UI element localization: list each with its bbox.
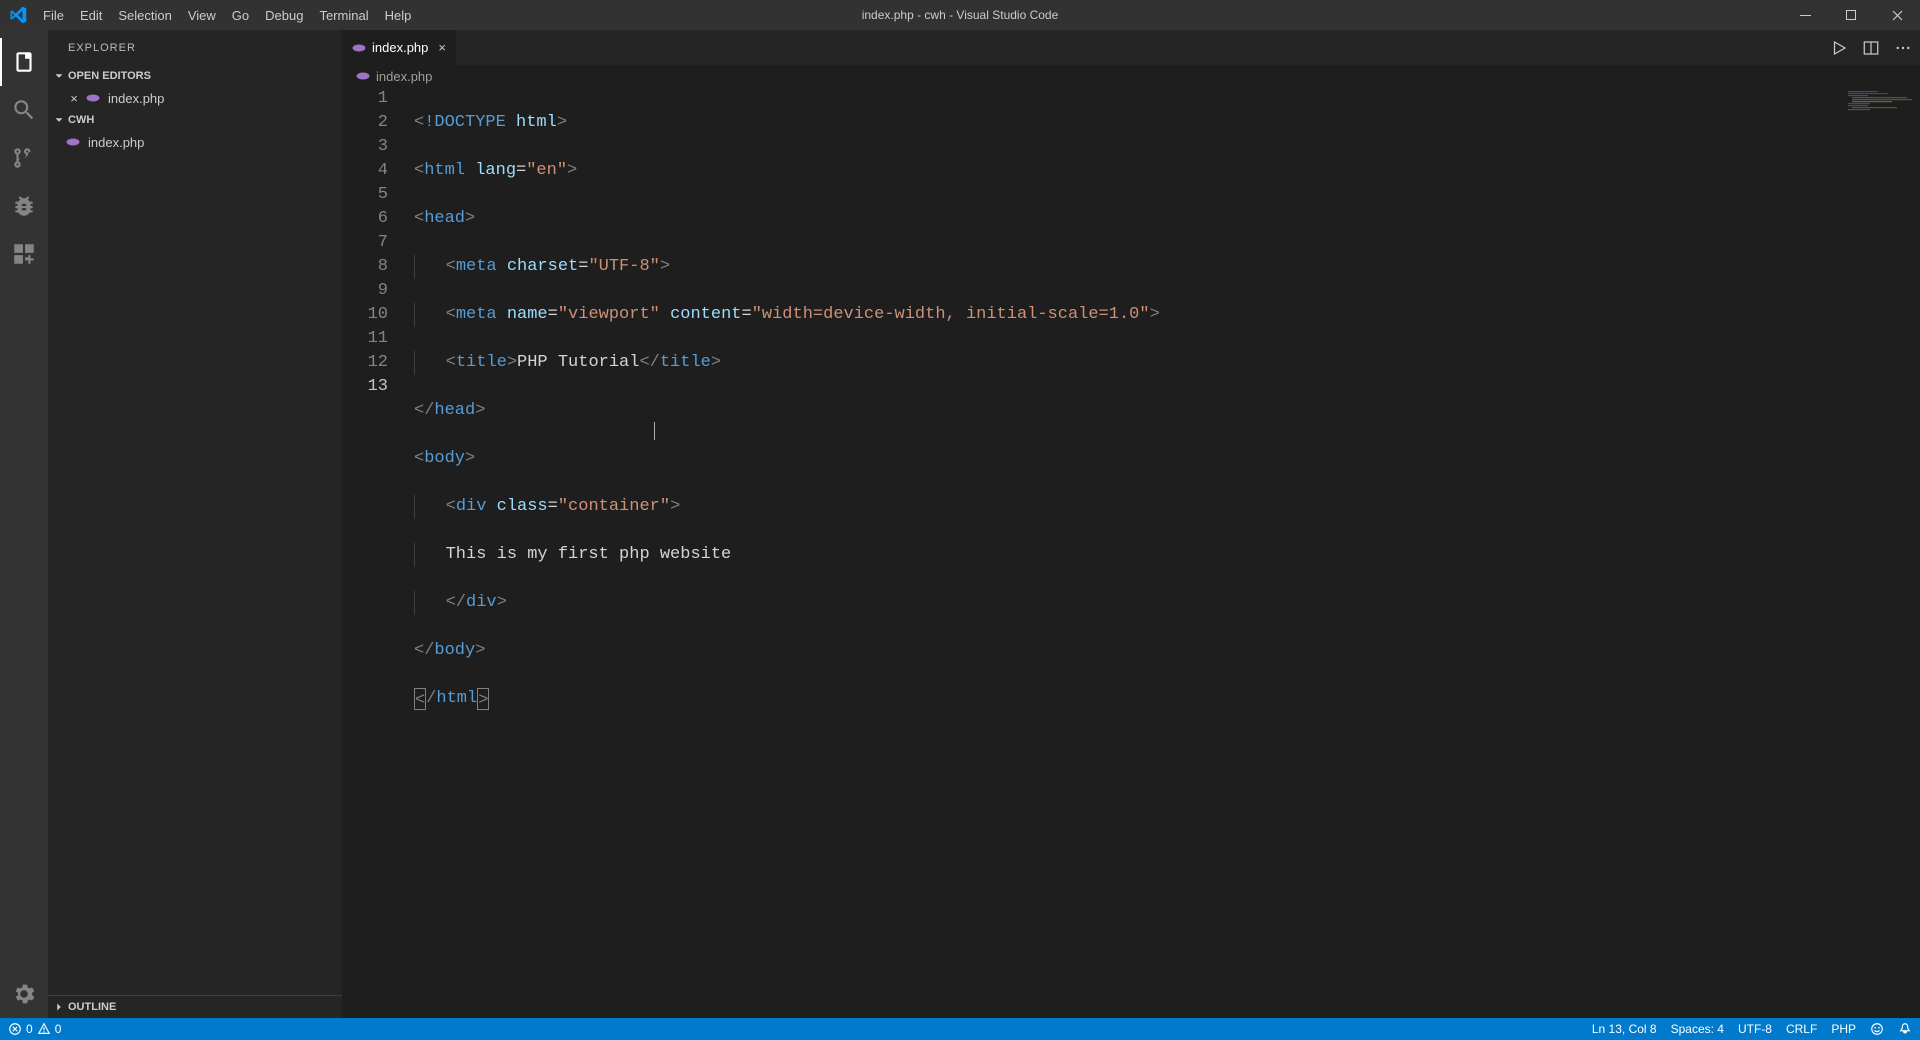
minimap-content — [1848, 91, 1916, 111]
close-icon[interactable]: × — [66, 91, 82, 106]
explorer-sidebar: EXPLORER OPEN EDITORS × index.php CWH in… — [48, 30, 342, 1018]
outline-label: OUTLINE — [68, 1001, 116, 1013]
menu-help[interactable]: Help — [377, 0, 420, 30]
editor-actions — [1830, 30, 1920, 65]
chevron-down-icon — [52, 69, 66, 83]
outline-header[interactable]: OUTLINE — [48, 996, 342, 1018]
breadcrumb-item: index.php — [376, 69, 432, 84]
menu-terminal[interactable]: Terminal — [311, 0, 376, 30]
php-file-icon — [66, 135, 82, 149]
open-editor-item[interactable]: × index.php — [48, 87, 342, 109]
status-errors-count: 0 — [26, 1022, 33, 1036]
php-file-icon — [86, 91, 102, 105]
titlebar: File Edit Selection View Go Debug Termin… — [0, 0, 1920, 30]
menu-view[interactable]: View — [180, 0, 224, 30]
status-problems[interactable]: 0 0 — [8, 1022, 61, 1036]
menu-edit[interactable]: Edit — [72, 0, 110, 30]
activity-debug[interactable] — [0, 182, 48, 230]
tab-label: index.php — [372, 40, 428, 55]
main-area: EXPLORER OPEN EDITORS × index.php CWH in… — [0, 30, 1920, 1018]
text-cursor — [654, 422, 655, 440]
activity-extensions[interactable] — [0, 230, 48, 278]
run-icon[interactable] — [1830, 39, 1848, 57]
window-controls — [1782, 0, 1920, 30]
status-language[interactable]: PHP — [1831, 1022, 1856, 1036]
editor-region: index.php × index.php 12345678910111213 … — [342, 30, 1920, 1018]
activity-search[interactable] — [0, 86, 48, 134]
open-editor-filename: index.php — [108, 91, 164, 106]
file-tree-item[interactable]: index.php — [48, 131, 342, 153]
open-editors-label: OPEN EDITORS — [68, 70, 151, 82]
code-content[interactable]: <!DOCTYPE html> <html lang="en"> <head> … — [414, 87, 1840, 1018]
window-title: index.php - cwh - Visual Studio Code — [862, 8, 1059, 22]
activity-settings[interactable] — [0, 970, 48, 1018]
workspace-header[interactable]: CWH — [48, 109, 342, 131]
sidebar-title: EXPLORER — [48, 30, 342, 65]
workspace-label: CWH — [68, 114, 94, 126]
split-editor-icon[interactable] — [1862, 39, 1880, 57]
activity-bar — [0, 30, 48, 1018]
php-file-icon — [356, 69, 370, 83]
activity-source-control[interactable] — [0, 134, 48, 182]
line-number-gutter: 12345678910111213 — [342, 87, 414, 1018]
menu-go[interactable]: Go — [224, 0, 257, 30]
minimize-button[interactable] — [1782, 0, 1828, 30]
file-tree-filename: index.php — [88, 135, 144, 150]
menu-bar: File Edit Selection View Go Debug Termin… — [35, 0, 419, 30]
chevron-down-icon — [52, 113, 66, 127]
breadcrumb[interactable]: index.php — [342, 65, 1920, 87]
status-cursor-position[interactable]: Ln 13, Col 8 — [1592, 1022, 1657, 1036]
tab-close-icon[interactable]: × — [438, 40, 446, 55]
menu-selection[interactable]: Selection — [110, 0, 179, 30]
menu-debug[interactable]: Debug — [257, 0, 311, 30]
minimap[interactable] — [1840, 87, 1920, 1018]
more-actions-icon[interactable] — [1894, 39, 1912, 57]
maximize-button[interactable] — [1828, 0, 1874, 30]
tab-index-php[interactable]: index.php × — [342, 30, 457, 65]
status-warnings-count: 0 — [55, 1022, 62, 1036]
status-eol[interactable]: CRLF — [1786, 1022, 1817, 1036]
close-button[interactable] — [1874, 0, 1920, 30]
chevron-right-icon — [52, 1000, 66, 1014]
status-indentation[interactable]: Spaces: 4 — [1671, 1022, 1724, 1036]
tabs-bar: index.php × — [342, 30, 1920, 65]
status-feedback-icon[interactable] — [1870, 1022, 1884, 1036]
open-editors-header[interactable]: OPEN EDITORS — [48, 65, 342, 87]
editor-body[interactable]: 12345678910111213 <!DOCTYPE html> <html … — [342, 87, 1920, 1018]
status-notifications-icon[interactable] — [1898, 1022, 1912, 1036]
status-encoding[interactable]: UTF-8 — [1738, 1022, 1772, 1036]
activity-explorer[interactable] — [0, 38, 48, 86]
statusbar: 0 0 Ln 13, Col 8 Spaces: 4 UTF-8 CRLF PH… — [0, 1018, 1920, 1040]
php-file-icon — [352, 41, 366, 55]
vscode-logo-icon — [0, 6, 35, 24]
menu-file[interactable]: File — [35, 0, 72, 30]
